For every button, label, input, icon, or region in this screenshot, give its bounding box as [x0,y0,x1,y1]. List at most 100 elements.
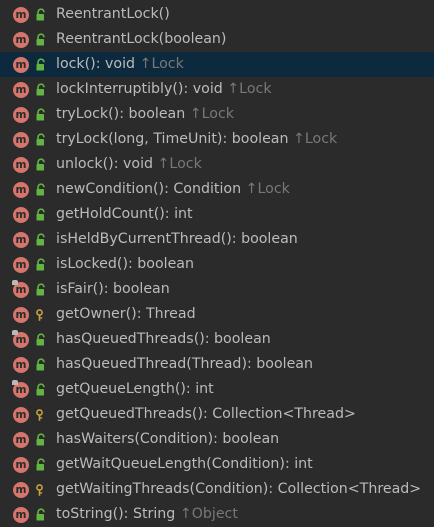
member-signature: getWaitQueueLength(Condition): int [56,452,313,477]
method-icon: m [12,380,29,398]
member-name: getWaitQueueLength(Condition) [56,456,285,472]
member-return-type: : void [183,81,223,97]
method-icon: m [13,357,29,373]
member-name: hasQueuedThread(Thread) [56,356,247,372]
member-name: isHeldByCurrentThread() [56,231,232,247]
member-owner: ↑Lock [245,181,290,197]
method-icon: m [13,407,29,423]
member-owner: ↑Lock [293,131,338,147]
member-row[interactable]: m ReentrantLock(boolean) [0,27,434,52]
member-row[interactable]: m getOwner(): Thread [0,302,434,327]
member-name: lock() [56,56,96,72]
public-lock-icon [34,508,48,522]
member-return-type: : boolean [127,256,194,272]
member-return-type: : Collection<Thread> [268,481,422,497]
method-icon: m [13,482,29,498]
member-name: ReentrantLock(boolean) [56,31,227,47]
member-row[interactable]: m isLocked(): boolean [0,252,434,277]
member-row[interactable]: m getQueuedThreads(): Collection<Thread> [0,402,434,427]
method-icon: m [13,507,29,523]
member-row[interactable]: m unlock(): void ↑Lock [0,152,434,177]
member-row[interactable]: m isHeldByCurrentThread(): boolean [0,227,434,252]
method-icon: m [13,82,29,98]
member-row[interactable]: m hasQueuedThread(Thread): boolean [0,352,434,377]
public-lock-icon [34,183,48,197]
member-row[interactable]: m isFair(): boolean [0,277,434,302]
method-icon: m [13,57,29,73]
method-icon: m [13,182,29,198]
member-row[interactable]: m getQueueLength(): int [0,377,434,402]
member-row[interactable]: m ReentrantLock() [0,2,434,27]
member-name: isFair() [56,281,104,297]
member-return-type: : boolean [119,106,186,122]
member-signature: unlock(): void ↑Lock [56,152,202,177]
protected-key-icon [34,483,48,497]
member-signature: isHeldByCurrentThread(): boolean [56,227,298,252]
method-icon: m [12,330,29,348]
member-name: toString() [56,506,124,522]
member-name: getHoldCount() [56,206,165,222]
public-lock-icon [34,433,48,447]
public-lock-icon [34,283,48,297]
member-signature: toString(): String ↑Object [56,502,238,527]
member-return-type: : int [284,456,313,472]
member-signature: hasWaiters(Condition): boolean [56,427,279,452]
member-return-type: : boolean [222,131,289,147]
member-name: unlock() [56,156,114,172]
member-return-type: : boolean [204,331,271,347]
member-owner: ↑Lock [157,156,202,172]
member-signature: getOwner(): Thread [56,302,196,327]
member-name: hasQueuedThreads() [56,331,205,347]
public-lock-icon [34,8,48,22]
member-signature: lock(): void ↑Lock [56,52,184,77]
method-icon: m [13,307,29,323]
member-return-type: : String [123,506,176,522]
member-signature: newCondition(): Condition ↑Lock [56,177,290,202]
method-icon: m [13,107,29,123]
member-name: getQueuedThreads() [56,406,203,422]
method-icon: m [13,457,29,473]
public-lock-icon [34,358,48,372]
member-signature: ReentrantLock(boolean) [56,27,226,52]
public-lock-icon [34,458,48,472]
member-row[interactable]: m lock(): void ↑Lock [0,52,434,77]
public-lock-icon [34,108,48,122]
public-lock-icon [34,258,48,272]
member-signature: hasQueuedThread(Thread): boolean [56,352,313,377]
member-owner: ↑Lock [139,56,184,72]
member-owner: ↑Lock [227,81,272,97]
member-row[interactable]: m lockInterruptibly(): void ↑Lock [0,77,434,102]
member-return-type: : void [113,156,154,172]
method-icon: m [13,32,29,48]
member-row[interactable]: m getWaitQueueLength(Condition): int [0,452,434,477]
protected-key-icon [34,408,48,422]
public-lock-icon [34,383,48,397]
member-name: tryLock() [56,106,120,122]
member-row[interactable]: m toString(): String ↑Object [0,502,434,527]
member-row[interactable]: m hasWaiters(Condition): boolean [0,427,434,452]
member-name: ReentrantLock() [56,6,170,22]
method-icon: m [13,132,29,148]
member-signature: tryLock(long, TimeUnit): boolean ↑Lock [56,127,337,152]
method-icon: m [13,432,29,448]
member-name: isLocked() [56,256,128,272]
member-row[interactable]: m hasQueuedThreads(): boolean [0,327,434,352]
member-row[interactable]: m newCondition(): Condition ↑Lock [0,177,434,202]
member-name: tryLock(long, TimeUnit) [56,131,223,147]
member-row[interactable]: m tryLock(): boolean ↑Lock [0,102,434,127]
public-lock-icon [34,33,48,47]
member-signature: isLocked(): boolean [56,252,194,277]
public-lock-icon [34,58,48,72]
member-row[interactable]: m getWaitingThreads(Condition): Collectio… [0,477,434,502]
member-name: lockInterruptibly() [56,81,184,97]
member-row[interactable]: m getHoldCount(): int [0,202,434,227]
member-owner: ↑Object [179,506,238,522]
public-lock-icon [34,233,48,247]
member-return-type: : void [95,56,136,72]
method-icon: m [13,157,29,173]
member-signature: getWaitingThreads(Condition): Collection… [56,477,421,502]
member-signature: lockInterruptibly(): void ↑Lock [56,77,272,102]
member-owner: ↑Lock [189,106,234,122]
method-icon: m [13,207,29,223]
member-row[interactable]: m tryLock(long, TimeUnit): boolean ↑Lock [0,127,434,152]
